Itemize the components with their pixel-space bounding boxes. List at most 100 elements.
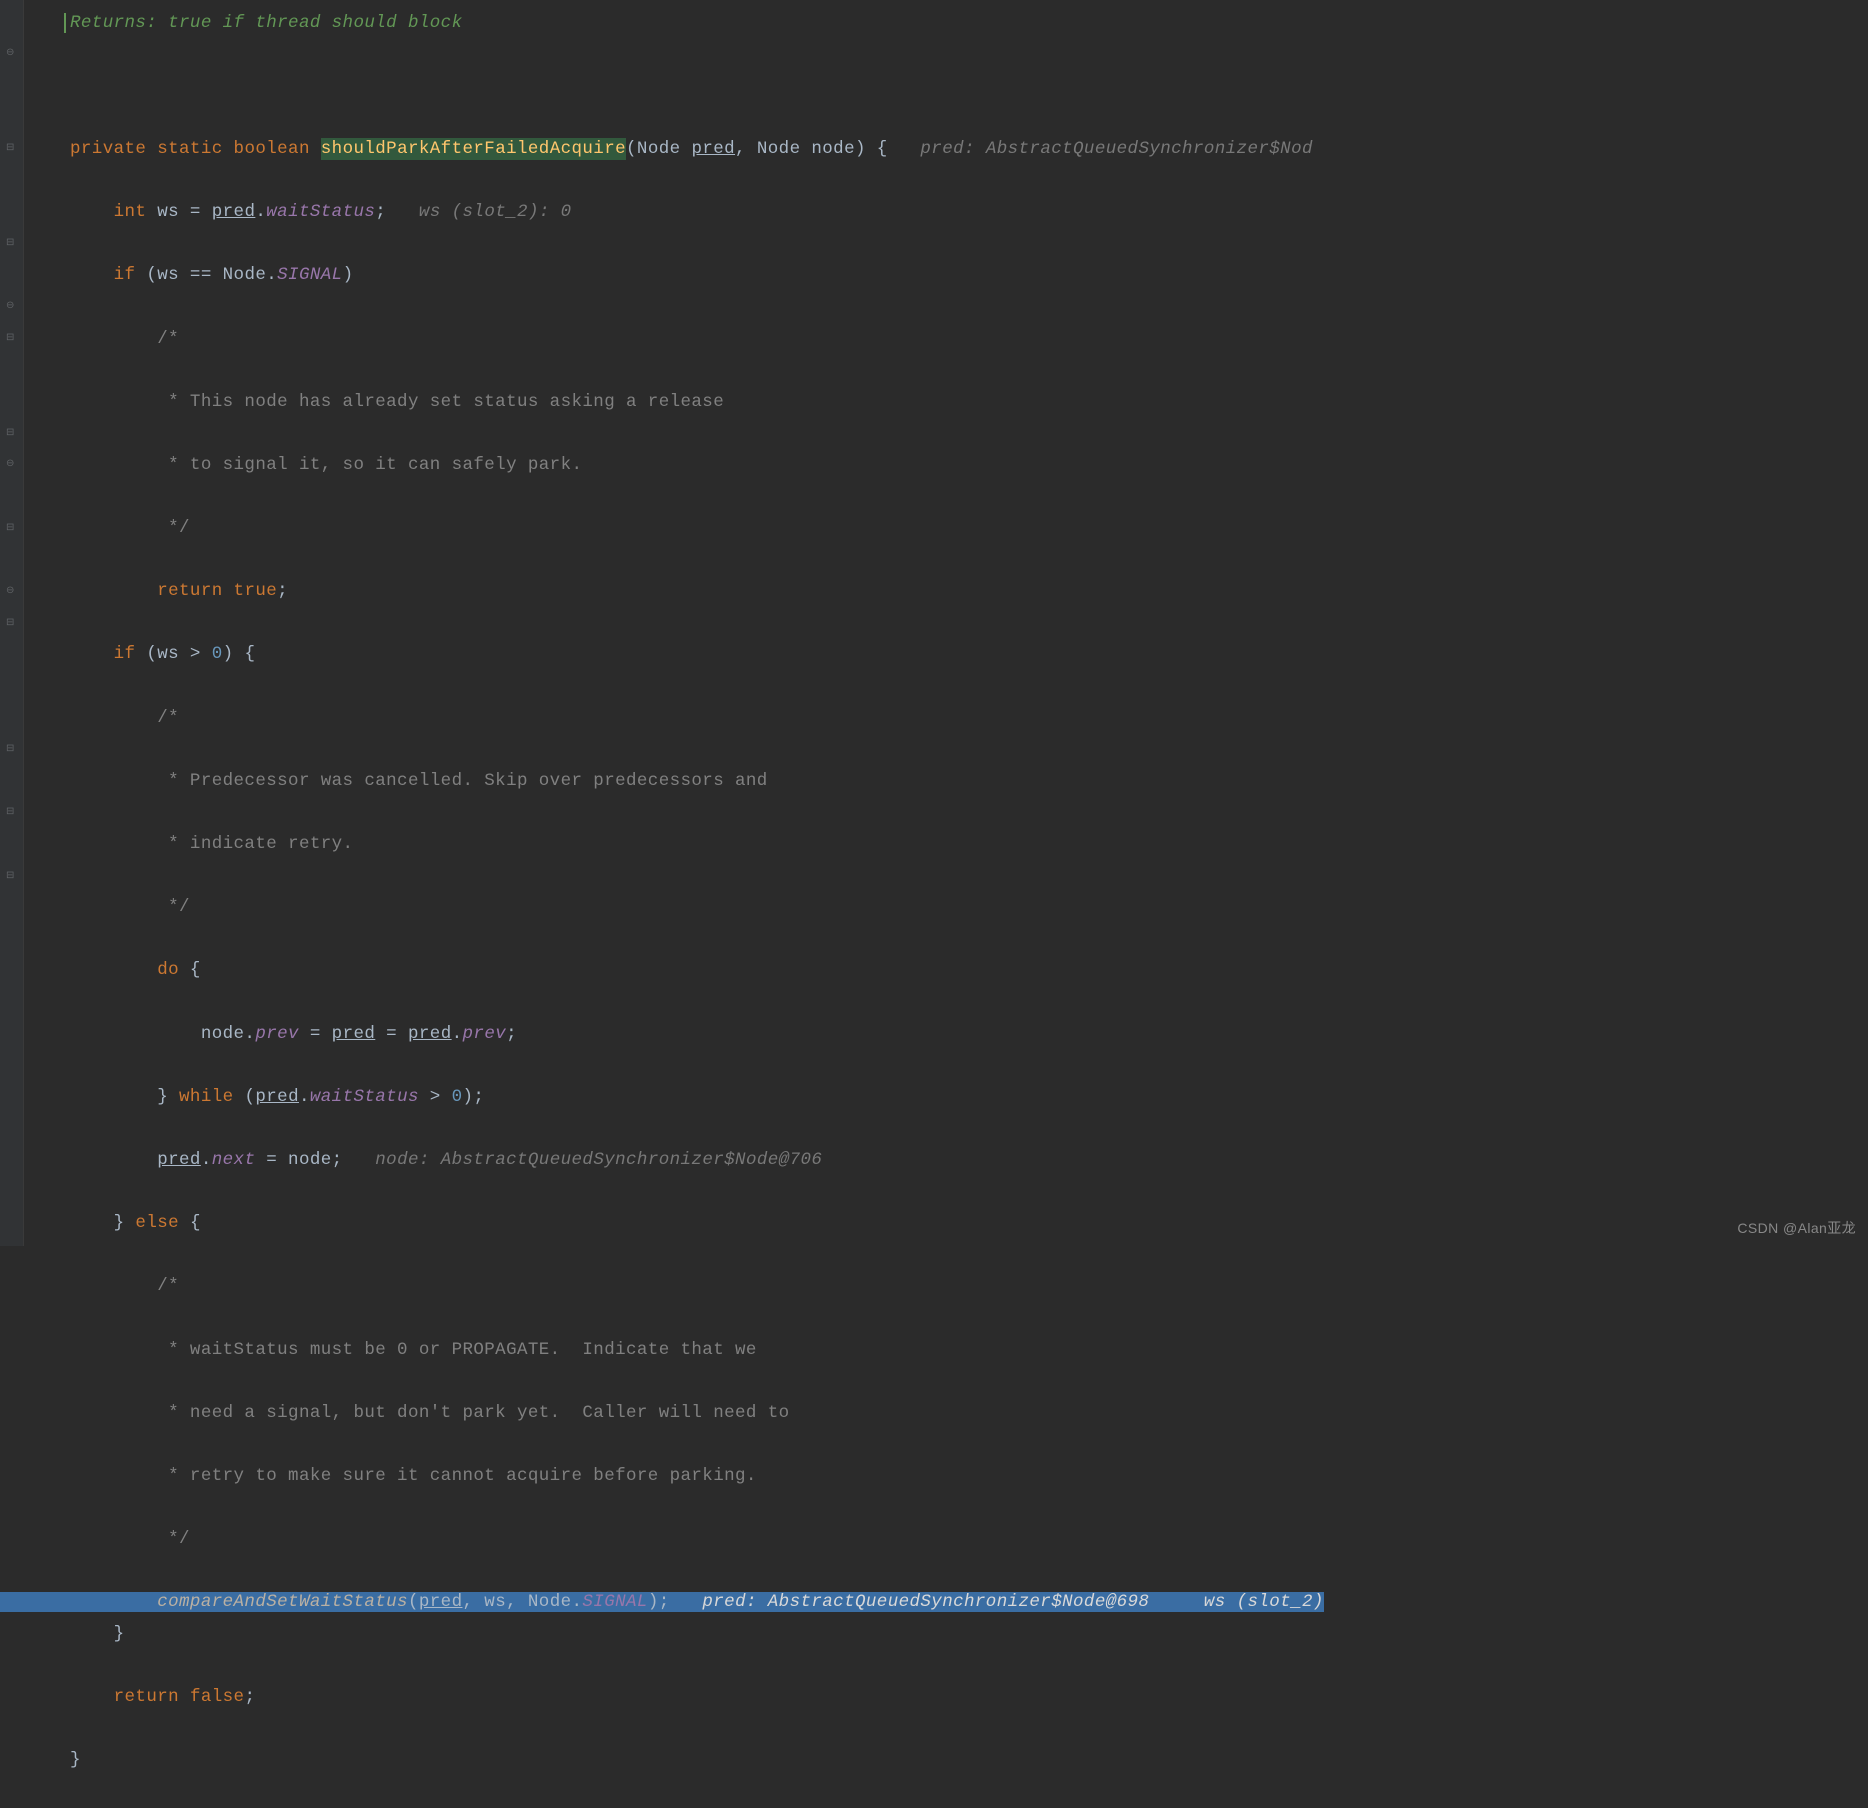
- keyword-return: return: [114, 1687, 179, 1707]
- semi: ;: [506, 1024, 517, 1044]
- javadoc-returns: Returns:: [70, 13, 157, 33]
- comment: * need a signal, but don't park yet. Cal…: [157, 1403, 789, 1423]
- paren: (: [626, 139, 637, 159]
- dot: .: [255, 202, 266, 222]
- javadoc-text: true if thread should block: [168, 13, 462, 33]
- comment: /*: [157, 708, 179, 728]
- comment: */: [157, 1529, 190, 1549]
- keyword-true: true: [234, 581, 278, 601]
- ref-pred: pred: [332, 1024, 376, 1044]
- method-call: compareAndSetWaitStatus: [157, 1592, 408, 1612]
- semi: ;: [375, 202, 386, 222]
- ref-pred: pred: [212, 202, 256, 222]
- brace: {: [190, 1213, 201, 1233]
- fold-icon[interactable]: ⊟: [6, 323, 15, 355]
- literal-zero: 0: [212, 644, 223, 664]
- semi: ;: [277, 581, 288, 601]
- fold-icon[interactable]: ⊖: [6, 576, 15, 608]
- brace: }: [157, 1087, 168, 1107]
- dot: .: [299, 1087, 310, 1107]
- comment: * waitStatus must be 0 or PROPAGATE. Ind…: [157, 1340, 757, 1360]
- comment: */: [157, 518, 190, 538]
- keyword-return: return: [157, 581, 222, 601]
- keyword-boolean: boolean: [234, 139, 310, 159]
- field-prev: prev: [255, 1024, 299, 1044]
- param-node: Node node) {: [757, 139, 888, 159]
- expr: (ws == Node.: [135, 265, 277, 285]
- comment: * retry to make sure it cannot acquire b…: [157, 1466, 757, 1486]
- inline-hint: node: AbstractQueuedSynchronizer$Node@70…: [375, 1150, 822, 1170]
- dot: .: [452, 1024, 463, 1044]
- code-editor[interactable]: Returns: true if thread should block pri…: [24, 0, 1324, 1808]
- fold-icon[interactable]: ⊟: [6, 861, 15, 893]
- literal-zero: 0: [452, 1087, 463, 1107]
- keyword-static: static: [157, 139, 222, 159]
- gutter: ⊖ ⊟ ⊟ ⊖ ⊟ ⊟ ⊖ ⊟ ⊖ ⊟ ⊟ ⊟ ⊟: [0, 0, 24, 1246]
- comment: * indicate retry.: [157, 834, 353, 854]
- field-prev: prev: [463, 1024, 507, 1044]
- const-signal: SIGNAL: [277, 265, 342, 285]
- expr: (ws >: [135, 644, 211, 664]
- fold-icon[interactable]: ⊟: [6, 513, 15, 545]
- close: );: [463, 1087, 485, 1107]
- ref-pred: pred: [255, 1087, 299, 1107]
- inline-hint: pred: AbstractQueuedSynchronizer$Nod: [920, 139, 1312, 159]
- fold-icon[interactable]: ⊟: [6, 608, 15, 640]
- comment: /*: [157, 329, 179, 349]
- comment: * This node has already set status askin…: [157, 392, 724, 412]
- watermark: CSDN @Alan亚龙: [1737, 1218, 1856, 1238]
- fold-icon[interactable]: ⊟: [6, 797, 15, 829]
- inline-hint: pred: AbstractQueuedSynchronizer$Node@69…: [702, 1592, 1149, 1612]
- comment: /*: [157, 1276, 179, 1296]
- close: ) {: [223, 644, 256, 664]
- expr: node.: [201, 1024, 256, 1044]
- expr: = node;: [255, 1150, 342, 1170]
- keyword-if: if: [114, 265, 136, 285]
- comment: */: [157, 897, 190, 917]
- close: );: [648, 1592, 670, 1612]
- eq: =: [375, 1024, 408, 1044]
- gt: >: [419, 1087, 452, 1107]
- fold-icon[interactable]: ⊟: [6, 418, 15, 450]
- inline-hint: ws (slot_2): [1204, 1592, 1324, 1612]
- args: , ws, Node.: [462, 1592, 582, 1612]
- method-name: shouldParkAfterFailedAcquire: [321, 138, 626, 160]
- dot: .: [201, 1150, 212, 1170]
- param-type: Node: [637, 139, 692, 159]
- param-pred: pred: [691, 139, 735, 159]
- brace: }: [114, 1624, 125, 1644]
- ref-pred: pred: [419, 1592, 463, 1612]
- fold-icon[interactable]: ⊖: [6, 291, 15, 323]
- fold-icon[interactable]: ⊟: [6, 228, 15, 260]
- fold-icon[interactable]: ⊖: [6, 449, 15, 481]
- keyword-private: private: [70, 139, 146, 159]
- comma: ,: [735, 139, 757, 159]
- field-waitStatus: waitStatus: [310, 1087, 419, 1107]
- fold-icon[interactable]: ⊟: [6, 734, 15, 766]
- brace: }: [70, 1750, 81, 1770]
- eq: =: [299, 1024, 332, 1044]
- keyword-do: do: [157, 960, 179, 980]
- keyword-else: else: [125, 1213, 190, 1233]
- comment: * Predecessor was cancelled. Skip over p…: [157, 771, 768, 791]
- paren: (: [408, 1592, 419, 1612]
- comment: * to signal it, so it can safely park.: [157, 455, 582, 475]
- keyword-false: false: [190, 1687, 245, 1707]
- paren: (: [234, 1087, 256, 1107]
- inline-hint: ws (slot_2): 0: [419, 202, 572, 222]
- semi: ;: [244, 1687, 255, 1707]
- fold-icon[interactable]: ⊟: [6, 133, 15, 165]
- ref-pred: pred: [157, 1150, 201, 1170]
- close: ): [343, 265, 354, 285]
- const-signal: SIGNAL: [582, 1592, 647, 1612]
- keyword-while: while: [168, 1087, 233, 1107]
- keyword-int: int: [114, 202, 147, 222]
- keyword-if: if: [114, 644, 136, 664]
- field-waitStatus: waitStatus: [266, 202, 375, 222]
- var-ws: ws =: [146, 202, 211, 222]
- brace: {: [179, 960, 201, 980]
- brace: }: [114, 1213, 125, 1233]
- fold-icon[interactable]: ⊖: [6, 38, 15, 70]
- ref-pred: pred: [408, 1024, 452, 1044]
- field-next: next: [212, 1150, 256, 1170]
